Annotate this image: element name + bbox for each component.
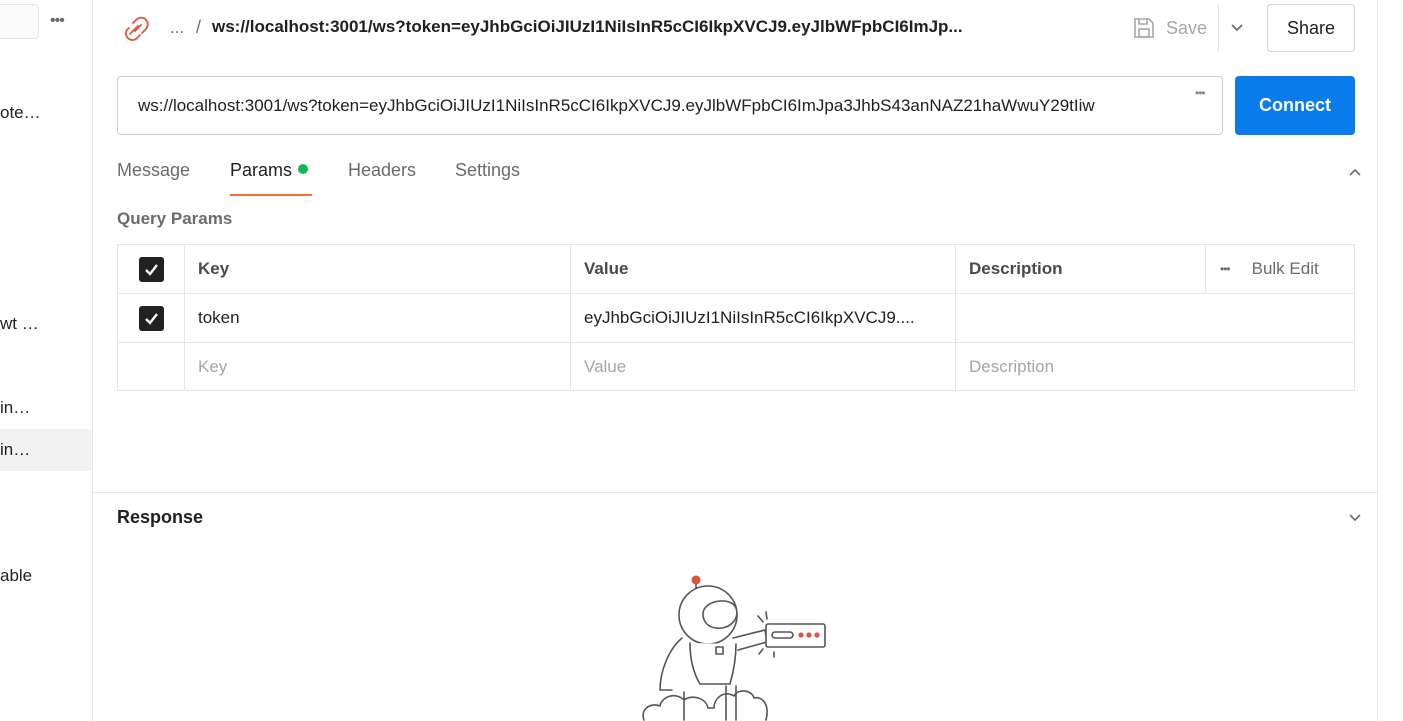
sidebar-item[interactable]: in…: [0, 387, 92, 429]
row-check-cell: [118, 343, 185, 390]
request-title[interactable]: ws://localhost:3001/ws?token=eyJhbGciOiJ…: [212, 17, 1032, 37]
table-header-row: Key Value Description ••• Bulk Edit: [118, 245, 1354, 294]
param-description-cell[interactable]: [956, 294, 1354, 342]
column-header-key: Key: [185, 245, 571, 293]
sidebar-item-label: in…: [0, 398, 31, 417]
query-params-title: Query Params: [117, 209, 233, 228]
query-params-table: Key Value Description ••• Bulk Edit toke…: [117, 244, 1355, 391]
sidebar: ••• ote… wt … in… in… able: [0, 0, 93, 721]
select-all-cell: [118, 245, 185, 293]
active-indicator-dot: [298, 164, 309, 174]
table-row-empty: Key Value Description: [118, 343, 1354, 390]
share-button[interactable]: Share: [1267, 4, 1355, 52]
sidebar-search-input[interactable]: [0, 4, 39, 39]
breadcrumb-separator: /: [196, 17, 202, 37]
sidebar-item-label: in…: [0, 440, 31, 459]
sidebar-item-label: wt …: [0, 314, 39, 333]
sidebar-more-icon[interactable]: •••: [50, 12, 65, 30]
new-description-input[interactable]: Description: [956, 343, 1354, 390]
bulk-edit-label: Bulk Edit: [1251, 259, 1319, 278]
divider: [1377, 0, 1378, 721]
new-value-input[interactable]: Value: [571, 343, 956, 390]
chevron-down-icon[interactable]: [1228, 18, 1246, 36]
column-header-value: Value: [571, 245, 956, 293]
tab-label: Headers: [348, 160, 417, 180]
breadcrumb-ellipsis[interactable]: ...: [170, 18, 184, 38]
param-value-cell[interactable]: eyJhbGciOiJIUzI1NiIsInR5cCI6IkpXVCJ9....: [571, 294, 956, 342]
sidebar-item[interactable]: ote…: [0, 92, 92, 134]
tab-label: Message: [117, 160, 191, 180]
tab-params[interactable]: Params: [230, 160, 312, 196]
tab-settings[interactable]: Settings: [455, 160, 520, 196]
connect-button[interactable]: Connect: [1235, 76, 1355, 135]
response-title: Response: [117, 507, 204, 527]
save-button[interactable]: Save: [1132, 14, 1207, 42]
sidebar-item[interactable]: able: [0, 555, 92, 597]
astronaut-illustration-icon: [642, 575, 826, 721]
tab-headers[interactable]: Headers: [348, 160, 416, 196]
tab-message[interactable]: Message: [117, 160, 190, 196]
url-input[interactable]: ws://localhost:3001/ws?token=eyJhbGciOiJ…: [117, 76, 1223, 135]
more-icon[interactable]: •••: [1220, 262, 1231, 276]
new-key-input[interactable]: Key: [185, 343, 571, 390]
websocket-request-icon: [125, 16, 149, 41]
select-all-checkbox[interactable]: [138, 256, 164, 282]
column-header-description: Description: [956, 245, 1206, 293]
param-key-cell[interactable]: token: [185, 294, 571, 342]
save-icon: [1134, 18, 1154, 38]
divider: [1218, 4, 1219, 52]
row-checkbox[interactable]: [138, 305, 164, 331]
row-check-cell: [118, 294, 185, 342]
tab-label: Params: [230, 160, 293, 180]
save-label: Save: [1166, 17, 1208, 38]
divider: [93, 492, 1378, 493]
chevron-down-icon[interactable]: [1346, 508, 1364, 526]
url-overflow-icon: •••: [1195, 86, 1206, 100]
check-icon: [144, 312, 158, 325]
chevron-up-icon[interactable]: [1346, 164, 1364, 182]
bulk-edit-button[interactable]: ••• Bulk Edit: [1206, 245, 1354, 293]
sidebar-item-label: able: [0, 566, 33, 585]
table-row: token eyJhbGciOiJIUzI1NiIsInR5cCI6IkpXVC…: [118, 294, 1354, 343]
tab-label: Settings: [455, 160, 521, 180]
sidebar-item-active[interactable]: in…: [0, 429, 92, 471]
sidebar-item[interactable]: wt …: [0, 303, 92, 345]
check-icon: [144, 263, 158, 276]
sidebar-item-label: ote…: [0, 103, 41, 122]
